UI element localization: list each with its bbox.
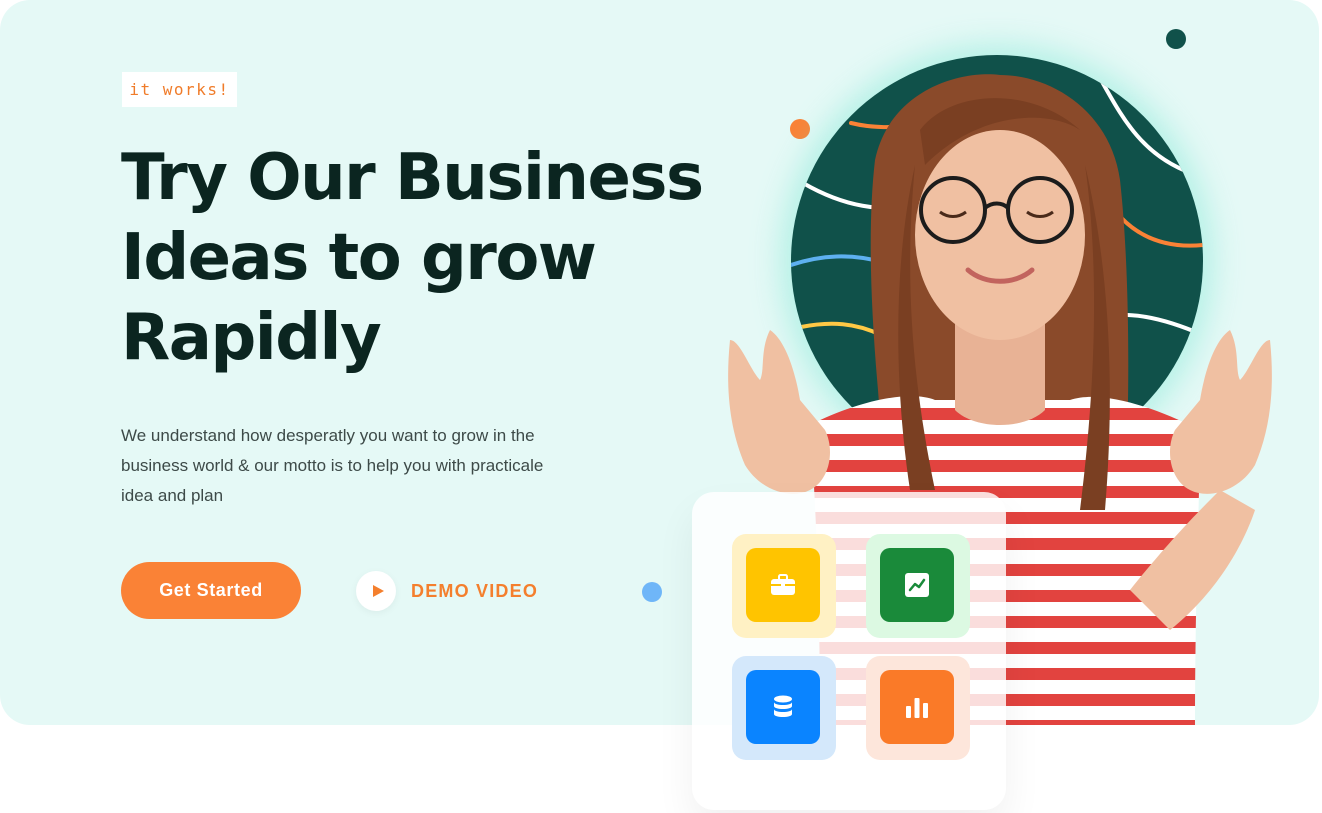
hero-section: it works! Try Our Business Ideas to grow… [0,0,1319,725]
features-card [692,492,1006,810]
play-icon[interactable] [356,571,396,611]
headline-line-3: Rapidly [121,301,382,375]
get-started-button[interactable]: Get Started [121,562,301,619]
trend-chart-tile[interactable] [866,534,970,638]
dark-green-dot [1166,29,1186,49]
hero-description: We understand how desperatly you want to… [121,426,544,505]
blue-dot [642,582,662,602]
database-tile[interactable] [732,656,836,760]
demo-video-label[interactable]: DEMO VIDEO [411,581,538,602]
hero-headline: Try Our Business Ideas to grow Rapidly [121,138,721,378]
briefcase-tile[interactable] [732,534,836,638]
headline-line-2: Ideas to grow [121,221,597,295]
briefcase-icon [771,574,795,595]
bar-chart-tile[interactable] [866,656,970,760]
trend-chart-icon [905,573,929,597]
works-badge: it works! [122,72,237,107]
demo-video-button[interactable]: DEMO VIDEO [356,571,538,611]
bar-chart-icon [906,698,928,718]
database-icon [774,695,792,717]
headline-line-1: Try Our Business [121,141,704,215]
